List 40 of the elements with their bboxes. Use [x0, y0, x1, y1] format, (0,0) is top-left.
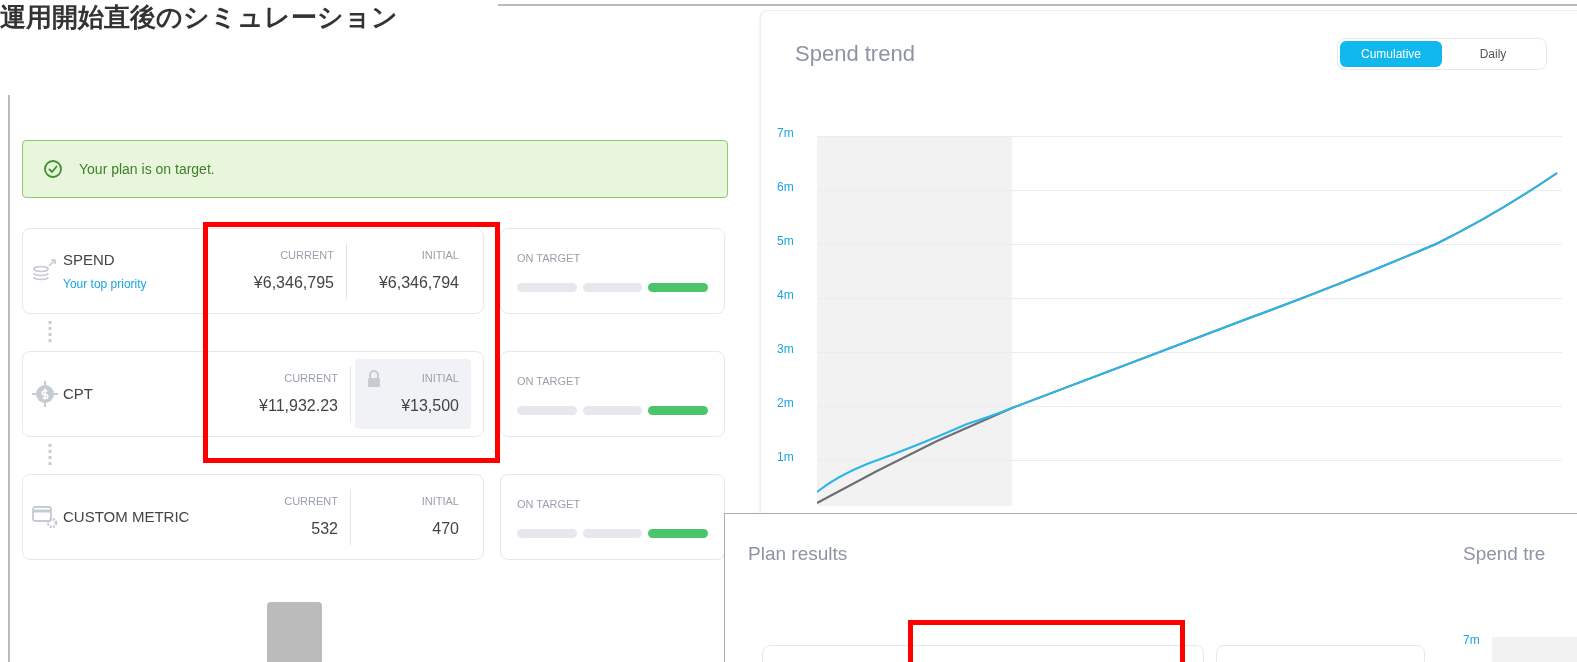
current-label: CURRENT — [284, 493, 338, 509]
y-axis-label: 1m — [777, 450, 794, 464]
initial-value: ¥6,346,794 — [378, 273, 459, 294]
y-axis-label: 5m — [777, 234, 794, 248]
panel-title: Spend tre — [1463, 542, 1547, 566]
status-label: ON TARGET — [517, 251, 582, 267]
metric-subtitle: Your top priority — [63, 276, 147, 294]
initial-value: 470 — [432, 519, 459, 540]
y-axis-label: 3m — [777, 342, 794, 356]
dollar-target-icon — [31, 380, 59, 408]
y-axis-label: 2m — [777, 396, 794, 410]
initial-value: ¥13,500 — [401, 396, 459, 417]
card-title: Spend trend — [795, 40, 915, 68]
initial-label: INITIAL — [421, 370, 459, 386]
toggle-option[interactable]: Daily — [1442, 40, 1544, 67]
status-label: ON TARGET — [517, 374, 582, 390]
metric-name: SPEND — [63, 249, 116, 270]
metric-name: CPT — [63, 383, 93, 404]
placeholder-block — [267, 602, 322, 662]
current-label: CURRENT — [284, 370, 338, 386]
y-axis-label: 7m — [777, 126, 794, 140]
check-circle-icon — [43, 159, 63, 179]
panel-title: Plan results — [748, 542, 849, 566]
current-value: 532 — [311, 519, 338, 540]
current-value: ¥6,346,795 — [253, 273, 334, 294]
dotted-connector — [48, 443, 52, 468]
status-label: ON TARGET — [517, 497, 582, 513]
metric-name: CUSTOM METRIC — [63, 506, 190, 527]
page-title: 運用開始直後のシミュレーション — [0, 1, 398, 34]
dotted-connector — [48, 320, 52, 345]
y-axis-label: 7m — [1463, 631, 1480, 649]
y-axis-label: 4m — [777, 288, 794, 302]
card-gear-icon — [31, 503, 59, 531]
banner-text: Your plan is on target. — [79, 159, 215, 179]
initial-label: INITIAL — [421, 493, 459, 509]
lock-icon — [367, 370, 381, 388]
initial-label: INITIAL — [421, 247, 459, 263]
current-label: CURRENT — [280, 247, 334, 263]
current-value: ¥11,932.23 — [259, 396, 338, 417]
y-axis-label: 6m — [777, 180, 794, 194]
